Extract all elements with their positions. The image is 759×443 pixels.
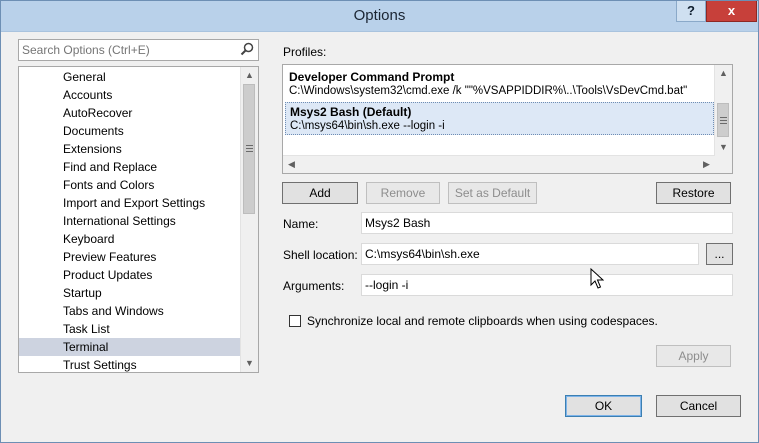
profiles-label: Profiles: [283,45,327,59]
tree-item-international-settings[interactable]: International Settings [19,212,241,230]
scroll-up-icon[interactable]: ▲ [715,65,732,82]
tree-item-label: General [63,70,106,84]
sync-clipboard-label[interactable]: Synchronize local and remote clipboards … [307,314,658,328]
profiles-vertical-scrollbar[interactable]: ▲ ▼ [714,65,732,156]
arguments-input[interactable] [365,278,698,292]
tree-item-find-and-replace[interactable]: Find and Replace [19,158,241,176]
arguments-field[interactable] [361,274,733,296]
scrollbar-thumb[interactable] [243,84,255,214]
tree-item-label: Trust Settings [63,358,137,372]
options-dialog: Options ? x General Accounts AutoRecover Do… [0,0,759,443]
tree-vertical-scrollbar[interactable]: ▲ ▼ [240,67,258,372]
tree-item-fonts-and-colors[interactable]: Fonts and Colors [19,176,241,194]
window-title: Options [353,7,406,24]
browse-button[interactable]: ... [706,243,733,265]
profiles-horizontal-scrollbar[interactable]: ◀ ▶ [283,155,715,173]
tree-item-label: Fonts and Colors [63,178,155,192]
tree-item-label: Tabs and Windows [63,304,164,318]
tree-item-startup[interactable]: Startup [19,284,241,302]
ok-button[interactable]: OK [565,395,642,417]
scroll-down-icon[interactable]: ▼ [715,139,732,156]
name-field[interactable] [361,212,733,234]
tree-item-task-list[interactable]: Task List [19,320,241,338]
tree-item-terminal[interactable]: Terminal [19,338,241,356]
shell-location-label: Shell location: [283,248,358,262]
tree-item-accounts[interactable]: Accounts [19,86,241,104]
tree-item-extensions[interactable]: Extensions [19,140,241,158]
tree-item-label: International Settings [63,214,176,228]
help-button[interactable]: ? [676,1,706,22]
tree-item-trust-settings[interactable]: Trust Settings [19,356,241,372]
tree-item-label: Startup [63,286,102,300]
tree-item-label: Keyboard [63,232,115,246]
restore-button[interactable]: Restore [656,182,731,204]
cancel-button[interactable]: Cancel [656,395,741,417]
close-button[interactable]: x [706,1,757,22]
shell-location-input[interactable] [365,247,668,261]
set-default-button[interactable]: Set as Default [448,182,537,204]
add-button[interactable]: Add [282,182,358,204]
tree-item-documents[interactable]: Documents [19,122,241,140]
tree-item-import-and-export-settings[interactable]: Import and Export Settings [19,194,241,212]
profile-item[interactable]: Developer Command Prompt C:\Windows\syst… [285,68,714,101]
name-label: Name: [283,217,319,231]
search-box[interactable] [18,39,259,61]
search-input[interactable] [22,42,234,57]
search-icon[interactable] [240,42,254,56]
name-input[interactable] [365,216,698,230]
tree-item-label: Find and Replace [63,160,158,174]
scroll-up-icon[interactable]: ▲ [241,67,258,84]
tree-item-label: Terminal [63,340,109,354]
tree-item-preview-features[interactable]: Preview Features [19,248,241,266]
tree-item-general[interactable]: General [19,68,241,86]
arguments-label: Arguments: [283,279,345,293]
options-tree[interactable]: General Accounts AutoRecover Documents Exten… [18,66,259,373]
profile-name: Developer Command Prompt [289,70,455,84]
profile-command: C:\msys64\bin\sh.exe --login -i [290,120,445,132]
apply-button[interactable]: Apply [656,345,731,367]
scroll-right-icon[interactable]: ▶ [698,156,715,173]
profile-command: C:\Windows\system32\cmd.exe /k ""%VSAPPI… [289,85,688,97]
tree-item-autorecover[interactable]: AutoRecover [19,104,241,122]
tree-item-label: Preview Features [63,250,157,264]
mouse-cursor-icon [590,268,604,289]
tree-item-label: Accounts [63,88,113,102]
title-bar[interactable]: Options ? x [1,1,758,32]
tree-item-tabs-and-windows[interactable]: Tabs and Windows [19,302,241,320]
profile-item-selected[interactable]: Msys2 Bash (Default) C:\msys64\bin\sh.ex… [285,102,714,135]
remove-button[interactable]: Remove [366,182,440,204]
sync-clipboard-checkbox[interactable] [289,315,301,327]
profile-name: Msys2 Bash (Default) [290,105,412,119]
tree-item-keyboard[interactable]: Keyboard [19,230,241,248]
scroll-left-icon[interactable]: ◀ [283,156,300,173]
shell-location-field[interactable] [361,243,699,265]
tree-item-product-updates[interactable]: Product Updates [19,266,241,284]
tree-item-label: Import and Export Settings [63,196,206,210]
tree-item-label: Extensions [63,142,122,156]
profiles-list[interactable]: Developer Command Prompt C:\Windows\syst… [282,64,733,174]
options-navigation: General Accounts AutoRecover Documents Exten… [18,39,259,373]
tree-item-label: AutoRecover [63,106,133,120]
scrollbar-thumb[interactable] [717,103,729,137]
scroll-down-icon[interactable]: ▼ [241,355,258,372]
tree-item-label: Product Updates [63,268,153,282]
scrollbar-corner [715,156,732,173]
tree-item-label: Task List [63,322,110,336]
tree-item-label: Documents [63,124,124,138]
